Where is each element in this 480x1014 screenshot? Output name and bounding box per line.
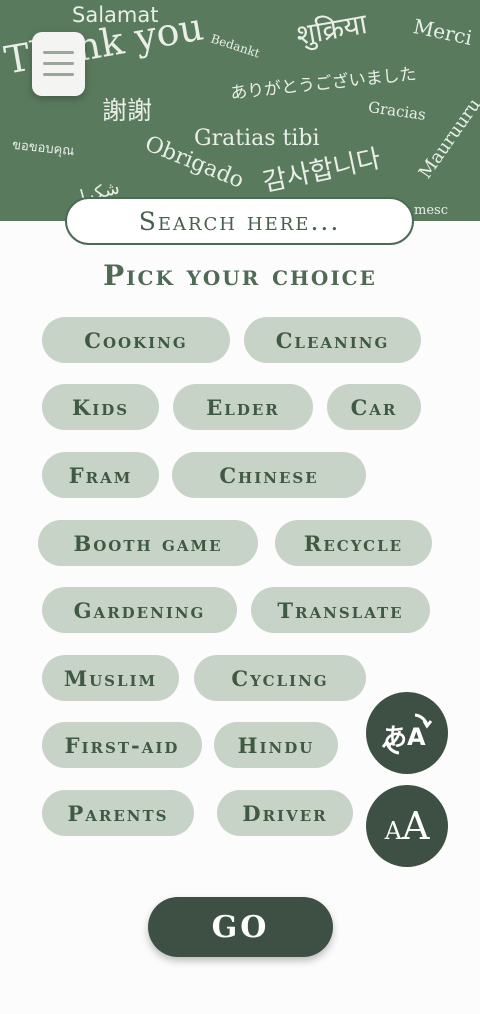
- hero-word: ขอขอบคุณ: [11, 137, 76, 160]
- chip-kids[interactable]: Kids: [42, 384, 159, 430]
- hero-word: 감사합니다: [260, 143, 384, 199]
- go-button[interactable]: GO: [148, 897, 333, 957]
- chip-cooking[interactable]: Cooking: [42, 317, 230, 363]
- translate-icon: あA: [379, 705, 435, 761]
- chip-booth-game[interactable]: Booth game: [38, 520, 258, 566]
- hamburger-menu-icon: [43, 51, 74, 54]
- hero-word: 謝謝: [102, 96, 153, 125]
- chip-driver[interactable]: Driver: [217, 790, 353, 836]
- hamburger-menu-icon-line: [43, 62, 74, 65]
- chip-first-aid[interactable]: First-aid: [42, 722, 202, 768]
- chip-cleaning[interactable]: Cleaning: [244, 317, 421, 363]
- hamburger-menu-icon-line: [43, 73, 74, 76]
- hero-word: Gracias: [367, 98, 427, 124]
- chip-muslim[interactable]: Muslim: [42, 655, 179, 701]
- hero-word: Merci: [411, 14, 475, 50]
- font-size-icon: AA AA: [384, 804, 430, 848]
- chip-elder[interactable]: Elder: [173, 384, 313, 430]
- chip-cycling[interactable]: Cycling: [194, 655, 366, 701]
- translate-button[interactable]: あA: [366, 692, 448, 774]
- menu-button[interactable]: [32, 32, 85, 96]
- page-title: Pick your choice: [103, 259, 377, 292]
- hero-word: Bedankt: [209, 31, 262, 61]
- hero-word: शुक्रिया: [293, 7, 370, 52]
- chip-parents[interactable]: Parents: [42, 790, 194, 836]
- hero-word: Gratias tibi: [194, 126, 320, 151]
- chip-car[interactable]: Car: [327, 384, 421, 430]
- chip-gardening[interactable]: Gardening: [42, 587, 237, 633]
- chip-translate[interactable]: Translate: [251, 587, 430, 633]
- chip-fram[interactable]: Fram: [42, 452, 159, 498]
- chip-chinese[interactable]: Chinese: [172, 452, 366, 498]
- font-size-button[interactable]: AA AA: [366, 785, 448, 867]
- chip-hindu[interactable]: Hindu: [214, 722, 338, 768]
- chip-recycle[interactable]: Recycle: [275, 520, 432, 566]
- hero-word: ありがとうございました: [229, 64, 418, 104]
- hero-word: mesc: [414, 203, 448, 218]
- search-input[interactable]: Search here...: [65, 197, 414, 245]
